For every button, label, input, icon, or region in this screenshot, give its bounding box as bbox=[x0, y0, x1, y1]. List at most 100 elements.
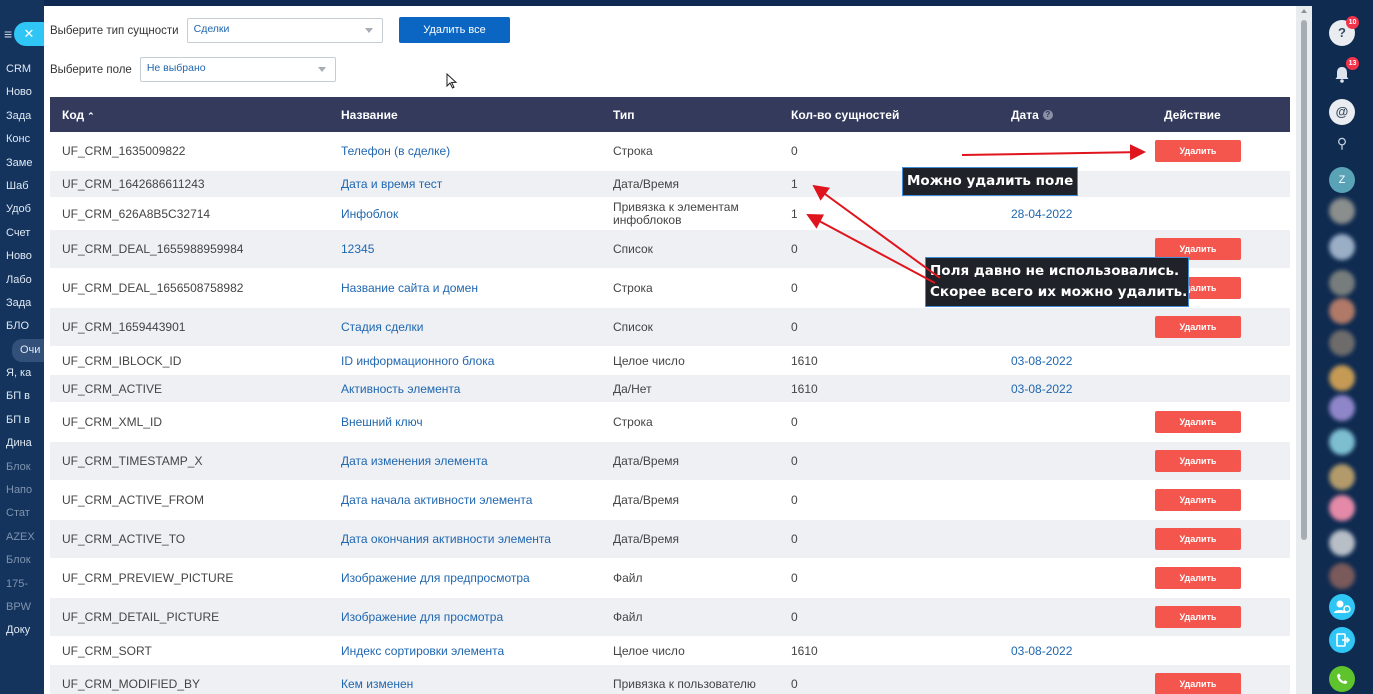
left-nav-item[interactable]: Блок bbox=[0, 456, 44, 479]
left-nav-item[interactable]: Ново bbox=[0, 81, 44, 104]
chat-icon[interactable]: @ bbox=[1329, 99, 1355, 125]
mouse-cursor-icon bbox=[446, 73, 458, 89]
entity-type-select[interactable]: Сделки bbox=[186, 18, 383, 43]
left-nav-item[interactable]: 175- bbox=[0, 573, 44, 596]
field-type: Строка bbox=[613, 144, 653, 158]
delete-field-button[interactable]: Удалить bbox=[1155, 450, 1241, 472]
left-nav-item[interactable]: Лабо bbox=[0, 269, 44, 292]
avatar[interactable] bbox=[1329, 365, 1355, 391]
scrollbar-thumb[interactable] bbox=[1301, 20, 1307, 540]
avatar[interactable] bbox=[1329, 464, 1355, 490]
field-name-link[interactable]: Активность элемента bbox=[341, 382, 460, 396]
left-nav-item[interactable]: Я, ка bbox=[0, 362, 44, 385]
field-date[interactable]: 28-04-2022 bbox=[1011, 207, 1072, 221]
delete-field-button[interactable]: Удалить bbox=[1155, 411, 1241, 433]
left-nav-item[interactable]: Блок bbox=[0, 549, 44, 572]
exit-icon[interactable] bbox=[1329, 627, 1355, 653]
field-name-link[interactable]: Изображение для предпросмотра bbox=[341, 571, 530, 585]
field-code: UF_CRM_DEAL_1655988959984 bbox=[62, 242, 244, 256]
field-date[interactable]: 03-08-2022 bbox=[1011, 382, 1072, 396]
right-rail: ? 10 13 @ ⚲ Z bbox=[1312, 0, 1373, 694]
field-name-link[interactable]: Дата начала активности элемента bbox=[341, 493, 532, 507]
field-name-link[interactable]: Индекс сортировки элемента bbox=[341, 644, 504, 658]
left-nav-item[interactable]: CRM bbox=[0, 58, 44, 81]
entity-type-value: Сделки bbox=[193, 23, 230, 35]
avatar[interactable] bbox=[1329, 298, 1355, 324]
field-date[interactable]: 03-08-2022 bbox=[1011, 644, 1072, 658]
left-nav-item[interactable]: AZEX bbox=[0, 526, 44, 549]
column-header-type[interactable]: Тип bbox=[613, 108, 635, 122]
search-icon[interactable]: ⚲ bbox=[1329, 130, 1355, 156]
avatar[interactable] bbox=[1329, 495, 1355, 521]
entity-count: 0 bbox=[791, 610, 798, 624]
add-contact-icon[interactable] bbox=[1329, 594, 1355, 620]
column-header-name[interactable]: Название bbox=[341, 108, 398, 122]
field-filter: Выберите поле Не выбрано bbox=[50, 57, 336, 82]
column-header-code[interactable]: Код ⌃ bbox=[62, 108, 95, 122]
left-nav-item[interactable]: Зада bbox=[0, 292, 44, 315]
left-nav-item[interactable]: BPW bbox=[0, 596, 44, 619]
field-code: UF_CRM_1659443901 bbox=[62, 320, 186, 334]
left-nav-item[interactable]: Дина bbox=[0, 432, 44, 455]
left-nav-item[interactable]: Доку bbox=[0, 619, 44, 642]
left-nav-item[interactable]: Счет bbox=[0, 222, 44, 245]
help-icon[interactable]: ? 10 bbox=[1329, 16, 1359, 46]
field-type: Привязка к пользователю bbox=[613, 677, 756, 691]
notifications-bell-icon[interactable]: 13 bbox=[1329, 57, 1359, 87]
delete-field-button[interactable]: Удалить bbox=[1155, 528, 1241, 550]
menu-burger-icon[interactable]: ≡ bbox=[4, 26, 12, 42]
avatar[interactable] bbox=[1329, 330, 1355, 356]
left-nav-item[interactable]: Напо bbox=[0, 479, 44, 502]
left-nav-item[interactable]: Конс bbox=[0, 128, 44, 151]
avatar[interactable] bbox=[1329, 530, 1355, 556]
scroll-up-icon[interactable] bbox=[1301, 9, 1307, 13]
left-nav-item[interactable]: Стат bbox=[0, 502, 44, 525]
field-date[interactable]: 03-08-2022 bbox=[1011, 354, 1072, 368]
delete-field-button[interactable]: Удалить bbox=[1155, 140, 1241, 162]
field-code: UF_CRM_DETAIL_PICTURE bbox=[62, 610, 220, 624]
info-icon[interactable]: ? bbox=[1042, 110, 1053, 121]
left-nav-item[interactable]: Заме bbox=[0, 152, 44, 175]
avatar[interactable] bbox=[1329, 270, 1355, 296]
delete-field-button[interactable]: Удалить bbox=[1155, 567, 1241, 589]
field-select[interactable]: Не выбрано bbox=[139, 57, 336, 82]
delete-field-button[interactable]: Удалить bbox=[1155, 606, 1241, 628]
avatar[interactable] bbox=[1329, 395, 1355, 421]
field-name-link[interactable]: Внешний ключ bbox=[341, 415, 423, 429]
field-name-link[interactable]: Дата изменения элемента bbox=[341, 454, 488, 468]
delete-field-button[interactable]: Удалить bbox=[1155, 489, 1241, 511]
avatar[interactable] bbox=[1329, 234, 1355, 260]
left-nav-item[interactable]: БП в bbox=[0, 385, 44, 408]
left-nav-item[interactable]: Очи bbox=[12, 338, 44, 363]
close-slider-button[interactable]: ✕ bbox=[14, 22, 44, 46]
delete-all-button[interactable]: Удалить все bbox=[399, 17, 510, 43]
left-nav-item[interactable]: Зада bbox=[0, 105, 44, 128]
field-name-link[interactable]: Дата окончания активности элемента bbox=[341, 532, 551, 546]
column-header-date[interactable]: Дата? bbox=[1011, 108, 1053, 122]
field-name-link[interactable]: Дата и время тест bbox=[341, 177, 442, 191]
field-type: Дата/Время bbox=[613, 177, 680, 191]
left-nav-item[interactable]: Удоб bbox=[0, 198, 44, 221]
avatar[interactable] bbox=[1329, 429, 1355, 455]
scrollbar[interactable] bbox=[1296, 6, 1312, 694]
phone-icon[interactable] bbox=[1329, 666, 1355, 692]
avatar[interactable] bbox=[1329, 563, 1355, 589]
left-nav-item[interactable]: Ново bbox=[0, 245, 44, 268]
field-name-link[interactable]: Изображение для просмотра bbox=[341, 610, 503, 624]
left-nav-item[interactable]: БП в bbox=[0, 409, 44, 432]
field-name-link[interactable]: Название сайта и домен bbox=[341, 281, 478, 295]
field-name-link[interactable]: Стадия сделки bbox=[341, 320, 423, 334]
delete-field-button[interactable]: Удалить bbox=[1155, 673, 1241, 694]
field-name-link[interactable]: Инфоблок bbox=[341, 207, 398, 221]
avatar[interactable] bbox=[1329, 198, 1355, 224]
delete-field-button[interactable]: Удалить bbox=[1155, 316, 1241, 338]
field-name-link[interactable]: 12345 bbox=[341, 242, 374, 256]
left-nav-item[interactable]: Шаб bbox=[0, 175, 44, 198]
field-name-link[interactable]: Кем изменен bbox=[341, 677, 413, 691]
left-nav-item[interactable]: БЛО bbox=[0, 315, 44, 338]
field-name-link[interactable]: ID информационного блока bbox=[341, 354, 494, 368]
field-name-link[interactable]: Телефон (в сделке) bbox=[341, 144, 450, 158]
column-header-count[interactable]: Кол-во сущностей bbox=[791, 108, 899, 122]
field-code: UF_CRM_MODIFIED_BY bbox=[62, 677, 201, 691]
avatar[interactable]: Z bbox=[1329, 167, 1355, 193]
